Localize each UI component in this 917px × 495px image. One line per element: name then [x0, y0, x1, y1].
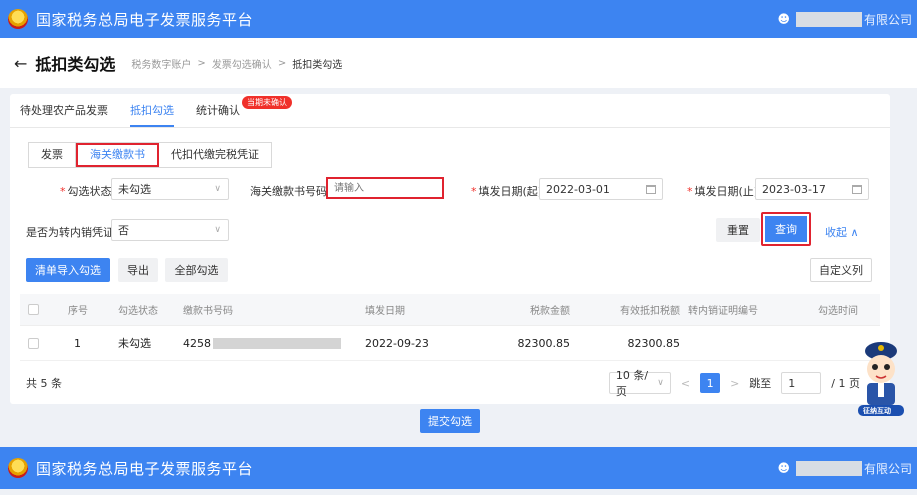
status-label: * 勾选状态	[60, 185, 112, 198]
subtab-withholding[interactable]: 代扣代缴完税凭证	[159, 143, 271, 167]
chevron-down-icon: ∨	[657, 378, 664, 388]
end-date-value: 2023-03-17	[762, 182, 826, 196]
cell-status: 未勾选	[118, 337, 151, 350]
user-icon: ☻	[777, 12, 790, 26]
row-checkbox[interactable]	[28, 337, 39, 349]
prev-page-button[interactable]: <	[681, 377, 690, 390]
cell-number-prefix: 4258	[183, 336, 211, 350]
status-label-text: 勾选状态	[67, 185, 112, 198]
start-date-picker[interactable]: 2022-03-01	[539, 178, 663, 200]
start-date-label: * 填发日期(起)	[471, 185, 543, 198]
app-title-bottom: 国家税务总局电子发票服务平台	[36, 459, 254, 478]
user-menu[interactable]: ☻ 有限公司	[777, 0, 917, 38]
tab-stats-confirm[interactable]: 统计确认 当期未确认	[196, 96, 292, 127]
subtab-group: 发票 海关缴款书 代扣代缴完税凭证	[28, 142, 272, 168]
assistant-mascot[interactable]: 征纳互动	[852, 337, 910, 419]
query-button[interactable]: 查询	[761, 212, 811, 246]
page-number-current[interactable]: 1	[700, 373, 721, 393]
chevron-down-icon: ∨	[214, 184, 221, 194]
tab-divider	[10, 127, 890, 128]
cell-index: 1	[74, 336, 81, 350]
breadcrumb-current: 抵扣类勾选	[292, 59, 343, 71]
col-number: 缴款书号码	[183, 306, 233, 317]
breadcrumb: 税务数字账户 > 发票勾选确认 > 抵扣类勾选	[131, 56, 342, 71]
tab-bar: 待处理农产品发票 抵扣勾选 统计确认 当期未确认	[20, 96, 292, 127]
main-card: 待处理农产品发票 抵扣勾选 统计确认 当期未确认 发票 海关缴款书 代扣代缴完税…	[10, 94, 890, 404]
calendar-icon	[646, 184, 656, 194]
col-date: 填发日期	[365, 306, 405, 317]
page-title: 抵扣类勾选	[35, 55, 116, 74]
transfer-select-value: 否	[118, 224, 129, 237]
page-header: ← 抵扣类勾选 税务数字账户 > 发票勾选确认 > 抵扣类勾选	[0, 38, 917, 88]
tax-emblem-icon	[8, 9, 28, 29]
back-arrow-icon[interactable]: ←	[14, 54, 27, 73]
export-button[interactable]: 导出	[118, 258, 158, 282]
top-bar: 国家税务总局电子发票服务平台 ☻ 有限公司	[0, 0, 917, 38]
table-row[interactable]: 1 未勾选 4258 2022-09-23 82300.85 82300.85	[20, 326, 880, 361]
custom-columns-button[interactable]: 自定义列	[810, 258, 872, 282]
user-icon: ☻	[777, 461, 790, 475]
tax-emblem-icon	[8, 458, 28, 478]
cell-date: 2022-09-23	[365, 336, 429, 350]
submit-selection-button[interactable]: 提交勾选	[420, 409, 480, 433]
page-size-select[interactable]: 10 条/页 ∨	[608, 369, 671, 398]
mascot-label: 征纳互动	[863, 407, 891, 415]
transfer-label: 是否为转内销凭证	[26, 226, 114, 239]
status-select-value: 未勾选	[118, 183, 151, 196]
tab-agri-invoices[interactable]: 待处理农产品发票	[20, 102, 108, 127]
select-all-checkbox[interactable]	[28, 304, 39, 315]
user-name-mask	[795, 11, 862, 27]
data-table: 序号 勾选状态 缴款书号码 填发日期 税款金额 有效抵扣税额 转内销证明编号 勾…	[20, 294, 880, 361]
query-button-label: 查询	[765, 216, 807, 242]
col-tax: 税款金额	[530, 306, 570, 317]
breadcrumb-separator: >	[277, 57, 287, 69]
tab-stats-label: 统计确认	[196, 104, 240, 117]
breadcrumb-item[interactable]: 税务数字账户	[131, 56, 191, 71]
jump-page-input[interactable]: 1	[781, 372, 822, 394]
col-index: 序号	[68, 306, 88, 317]
user-menu-bottom[interactable]: ☻ 有限公司	[777, 447, 917, 489]
bottom-bar: 国家税务总局电子发票服务平台 ☻ 有限公司	[0, 447, 917, 489]
col-transfer-no: 转内销证明编号	[688, 306, 758, 317]
end-date-label: * 填发日期(止)	[687, 185, 759, 198]
number-mask	[213, 338, 341, 349]
user-name-mask	[795, 460, 862, 476]
cell-tax: 82300.85	[517, 336, 571, 350]
cell-number: 4258	[183, 337, 365, 350]
transfer-select[interactable]: 否 ∨	[111, 219, 229, 241]
start-date-label-text: 填发日期(起)	[478, 185, 543, 198]
reset-button[interactable]: 重置	[716, 218, 760, 242]
user-company: 有限公司	[863, 461, 912, 476]
tab-deduction-select[interactable]: 抵扣勾选	[130, 102, 174, 127]
chevron-down-icon: ∨	[214, 225, 221, 235]
customs-number-label: 海关缴款书号码	[250, 185, 327, 198]
next-page-button[interactable]: >	[730, 377, 739, 390]
end-date-picker[interactable]: 2023-03-17	[755, 178, 869, 200]
select-all-button[interactable]: 全部勾选	[165, 258, 228, 282]
col-time: 勾选时间	[818, 306, 858, 317]
status-select[interactable]: 未勾选 ∨	[111, 178, 229, 200]
col-deductible: 有效抵扣税额	[620, 306, 680, 317]
table-header: 序号 勾选状态 缴款书号码 填发日期 税款金额 有效抵扣税额 转内销证明编号 勾…	[20, 294, 880, 326]
status-badge: 当期未确认	[242, 96, 292, 109]
calendar-icon	[852, 184, 862, 194]
customs-number-input[interactable]	[326, 177, 444, 199]
user-company: 有限公司	[863, 12, 912, 27]
end-date-label-text: 填发日期(止)	[694, 185, 759, 198]
breadcrumb-separator: >	[197, 57, 206, 69]
col-status: 勾选状态	[118, 306, 158, 317]
start-date-value: 2022-03-01	[546, 182, 610, 196]
collapse-toggle[interactable]: 收起 ∧	[825, 224, 859, 240]
breadcrumb-item[interactable]: 发票勾选确认	[212, 56, 272, 71]
app-title: 国家税务总局电子发票服务平台	[36, 10, 254, 29]
total-count: 共 5 条	[26, 377, 62, 390]
subtab-customs-payment[interactable]: 海关缴款书	[76, 143, 159, 167]
pagination-bar: 共 5 条 10 条/页 ∨ < 1 > 跳至 1 / 1 页	[20, 369, 880, 398]
import-select-button[interactable]: 清单导入勾选	[26, 258, 110, 282]
page-size-value: 10 条/页	[615, 369, 649, 398]
cell-deductible: 82300.85	[627, 336, 681, 350]
subtab-invoice[interactable]: 发票	[29, 143, 76, 167]
jump-label: 跳至	[749, 377, 772, 390]
